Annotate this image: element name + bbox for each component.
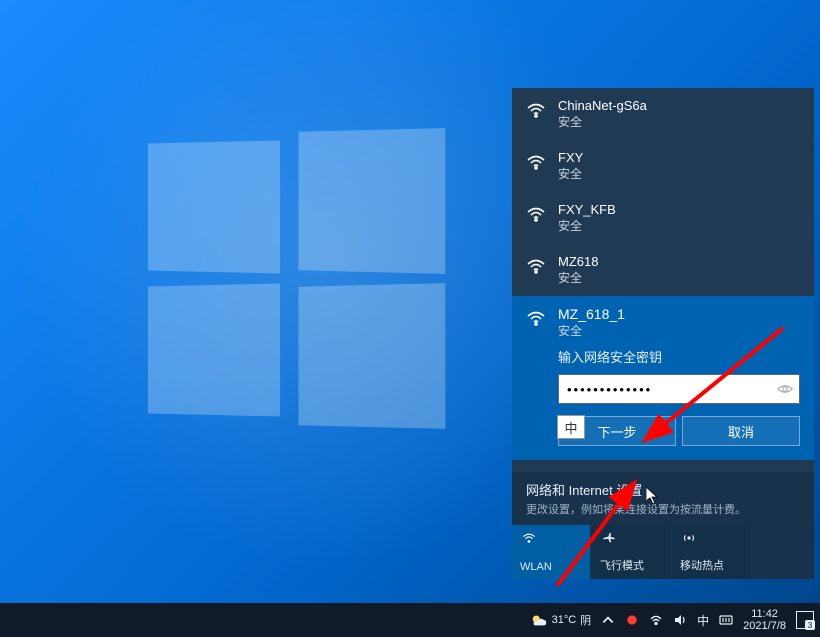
notification-badge: 3 (805, 620, 815, 630)
wifi-status: 安全 (558, 113, 647, 130)
wifi-icon (526, 204, 546, 224)
volume-tray-icon[interactable] (673, 613, 687, 627)
hotspot-icon (680, 531, 698, 550)
chevron-up-icon[interactable] (601, 613, 615, 627)
record-icon[interactable] (625, 613, 639, 627)
ime-tray-indicator[interactable]: 中 (697, 612, 709, 629)
wifi-icon (526, 308, 546, 328)
weather-widget[interactable]: 31°C 阴 (530, 611, 592, 629)
password-input[interactable] (558, 374, 800, 404)
ime-indicator-badge[interactable]: 中 (557, 415, 585, 439)
settings-subtitle: 更改设置，例如将某连接设置为按流量计费。 (526, 501, 800, 517)
tile-hotspot[interactable]: 移动热点 (672, 525, 750, 579)
password-prompt-label: 输入网络安全密钥 (558, 347, 800, 366)
clock-date: 2021/7/8 (743, 620, 786, 632)
wifi-name: FXY_KFB (558, 202, 616, 217)
wifi-status: 安全 (558, 217, 616, 234)
wifi-name: MZ618 (558, 254, 598, 269)
clock-time: 11:42 (751, 608, 778, 620)
wifi-network-item[interactable]: MZ618 安全 (512, 244, 814, 296)
tile-label: WLAN (520, 561, 552, 573)
wifi-network-item[interactable]: FXY 安全 (512, 140, 814, 192)
tile-airplane[interactable]: 飞行模式 (592, 525, 670, 579)
cancel-button[interactable]: 取消 (682, 416, 800, 446)
tile-label: 飞行模式 (600, 557, 644, 573)
action-center-icon[interactable]: 3 (796, 611, 814, 629)
network-tray-icon[interactable] (649, 613, 663, 627)
weather-temp: 31°C (552, 614, 577, 626)
taskbar: 31°C 阴 中 11:42 2021/7/8 3 (0, 603, 820, 637)
wifi-name: FXY (558, 150, 583, 165)
windows-logo (145, 130, 445, 430)
taskbar-clock[interactable]: 11:42 2021/7/8 (743, 608, 786, 632)
wifi-icon (526, 256, 546, 276)
wifi-status: 安全 (558, 322, 625, 339)
wifi-icon (526, 152, 546, 172)
weather-desc: 阴 (580, 612, 591, 628)
wifi-status: 安全 (558, 269, 598, 286)
wifi-network-item[interactable]: ChinaNet-gS6a 安全 (512, 88, 814, 140)
wifi-network-item[interactable]: FXY_KFB 安全 (512, 192, 814, 244)
wifi-icon (526, 100, 546, 120)
network-settings-section: 网络和 Internet 设置 更改设置，例如将某连接设置为按流量计费。 WLA… (512, 472, 814, 579)
airplane-icon (600, 531, 618, 550)
wifi-status: 安全 (558, 165, 583, 182)
settings-link[interactable]: 网络和 Internet 设置 (526, 480, 800, 499)
ime-mode-icon[interactable] (719, 613, 733, 627)
tile-wlan[interactable]: WLAN (512, 525, 590, 579)
weather-icon (530, 611, 548, 629)
wifi-name: MZ_618_1 (558, 306, 625, 322)
wifi-network-item-selected[interactable]: MZ_618_1 安全 输入网络安全密钥 中 下一步 取消 (512, 296, 814, 460)
wifi-flyout-panel: ChinaNet-gS6a 安全 FXY 安全 FXY_KFB 安全 MZ618… (512, 88, 814, 579)
tile-label: 移动热点 (680, 557, 724, 573)
reveal-password-icon[interactable] (776, 380, 794, 398)
wifi-name: ChinaNet-gS6a (558, 98, 647, 113)
wifi-icon (520, 531, 538, 550)
